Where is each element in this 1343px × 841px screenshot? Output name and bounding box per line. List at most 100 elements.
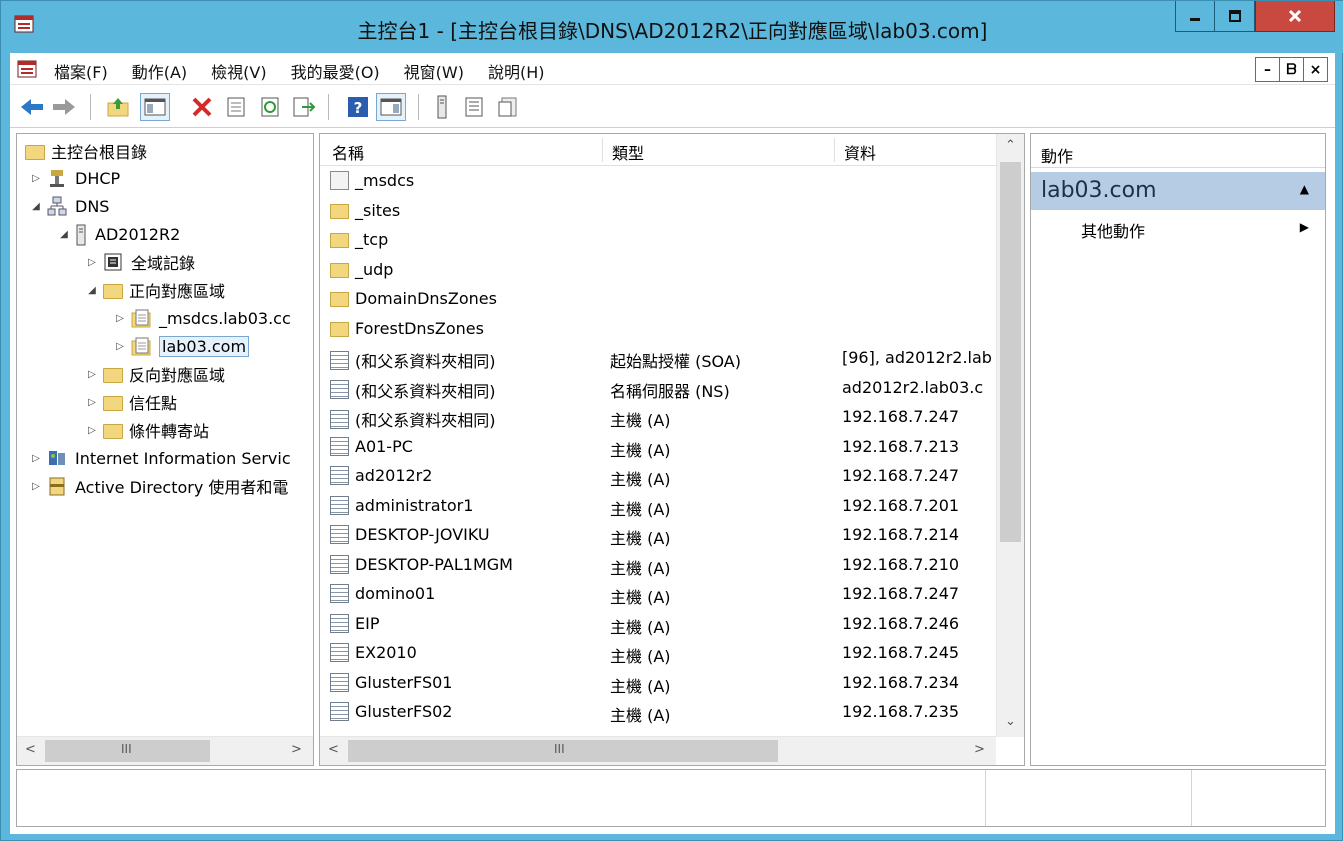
tree-item-trust-points[interactable]: ▷ 信任點: [85, 389, 177, 415]
tree-item-ad-users[interactable]: ▷ Active Directory 使用者和電: [29, 473, 288, 499]
expand-icon[interactable]: ▷: [113, 341, 127, 352]
tree-item-label: 主控台根目錄: [51, 143, 148, 162]
list-row[interactable]: _sites: [320, 197, 996, 226]
menu-action[interactable]: 動作(A): [132, 59, 201, 83]
collapse-up-icon[interactable]: ▲: [1300, 182, 1309, 196]
mdi-close-button[interactable]: ×: [1303, 57, 1328, 82]
show-hide-tree-button[interactable]: [140, 93, 170, 121]
record-name-cell: _msdcs: [330, 171, 414, 190]
list-row[interactable]: _udp: [320, 256, 996, 285]
list-row[interactable]: DomainDnsZones: [320, 285, 996, 314]
tree-item-conditional-forwarders[interactable]: ▷ 條件轉寄站: [85, 417, 209, 443]
collapse-icon[interactable]: ◢: [57, 229, 71, 240]
show-hide-action-pane-button[interactable]: [376, 93, 406, 121]
column-divider[interactable]: [834, 138, 835, 162]
back-button[interactable]: [20, 95, 44, 119]
menu-help[interactable]: 說明(H): [488, 59, 559, 83]
actions-group-label: lab03.com: [1041, 178, 1157, 203]
column-header-type[interactable]: 類型: [612, 140, 644, 164]
tree-item-global-logs[interactable]: ▷ 全域記錄: [85, 249, 195, 275]
scroll-down-icon[interactable]: ⌄: [1005, 714, 1016, 729]
mdi-minimize-button[interactable]: –: [1255, 57, 1280, 82]
list-row[interactable]: _tcp: [320, 226, 996, 255]
tree-item-dhcp[interactable]: ▷ DHCP: [29, 165, 120, 191]
record-data: 192.168.7.214: [842, 525, 960, 544]
forward-button[interactable]: [52, 95, 76, 119]
menu-file[interactable]: 檔案(F): [54, 59, 122, 83]
collapse-icon[interactable]: ◢: [29, 201, 43, 212]
collapse-icon[interactable]: ◢: [85, 285, 99, 296]
properties-button[interactable]: [224, 95, 248, 119]
list-row[interactable]: EX2010 主機 (A) 192.168.7.245: [320, 639, 996, 668]
menu-window[interactable]: 視窗(W): [404, 59, 478, 83]
expand-icon[interactable]: ▷: [113, 313, 127, 324]
tree-item-reverse-zones[interactable]: ▷ 反向對應區域: [85, 361, 225, 387]
scroll-left-icon[interactable]: <: [328, 742, 339, 757]
detail-view-button[interactable]: [496, 95, 520, 119]
minimize-button[interactable]: [1175, 1, 1215, 32]
list-row[interactable]: administrator1 主機 (A) 192.168.7.201: [320, 492, 996, 521]
list-horizontal-scrollbar[interactable]: < III >: [320, 736, 996, 765]
maximize-button[interactable]: [1215, 1, 1255, 32]
mmc-document-icon[interactable]: [16, 58, 38, 80]
list-row[interactable]: (和父系資料夾相同) 起始點授權 (SOA) [96], ad2012r2.lab: [320, 344, 996, 373]
tree-item-console-root[interactable]: 主控台根目錄: [23, 138, 147, 164]
list-row[interactable]: DESKTOP-JOVIKU 主機 (A) 192.168.7.214: [320, 521, 996, 550]
tree-item-msdcs-zone[interactable]: ▷ _msdcs.lab03.cc: [113, 305, 291, 331]
list-row[interactable]: DESKTOP-PAL1MGM 主機 (A) 192.168.7.210: [320, 551, 996, 580]
list-row[interactable]: (和父系資料夾相同) 名稱伺服器 (NS) ad2012r2.lab03.c: [320, 374, 996, 403]
list-row[interactable]: ad2012r2 主機 (A) 192.168.7.247: [320, 462, 996, 491]
list-row[interactable]: _msdcs: [320, 167, 996, 196]
up-level-button[interactable]: [106, 95, 130, 119]
record-type: 主機 (A): [610, 676, 671, 696]
tree-horizontal-scrollbar[interactable]: < III >: [17, 736, 313, 765]
actions-group-lab03[interactable]: lab03.com ▲: [1031, 172, 1325, 210]
list-row[interactable]: EIP 主機 (A) 192.168.7.246: [320, 610, 996, 639]
record-icon: [330, 672, 349, 692]
expand-icon[interactable]: ▷: [29, 481, 43, 492]
list-vscroll-thumb[interactable]: [1000, 162, 1021, 542]
tree-item-iis[interactable]: ▷ Internet Information Servic: [29, 445, 290, 471]
mdi-restore-button[interactable]: ᗷ: [1279, 57, 1304, 82]
help-button[interactable]: ?: [346, 95, 370, 119]
expand-icon[interactable]: ▷: [29, 173, 43, 184]
expand-icon[interactable]: ▷: [85, 425, 99, 436]
list-view-button[interactable]: [462, 95, 486, 119]
tree-item-dns[interactable]: ◢ DNS: [29, 193, 109, 219]
menu-favorites[interactable]: 我的最愛(O): [291, 59, 394, 83]
list-vertical-scrollbar[interactable]: ⌃ ≡ ⌄: [996, 134, 1024, 737]
list-row[interactable]: (和父系資料夾相同) 主機 (A) 192.168.7.247: [320, 403, 996, 432]
close-button[interactable]: [1255, 1, 1335, 32]
expand-icon[interactable]: ▷: [85, 257, 99, 268]
export-list-button[interactable]: [292, 95, 316, 119]
list-row[interactable]: domino01 主機 (A) 192.168.7.247: [320, 580, 996, 609]
list-row[interactable]: GlusterFS02 主機 (A) 192.168.7.235: [320, 698, 996, 727]
record-name: (和父系資料夾相同): [355, 411, 496, 430]
list-row[interactable]: ForestDnsZones: [320, 315, 996, 344]
list-row[interactable]: A01-PC 主機 (A) 192.168.7.213: [320, 433, 996, 462]
expand-icon[interactable]: ▷: [85, 369, 99, 380]
record-name-cell: (和父系資料夾相同): [330, 348, 496, 372]
action-more-actions[interactable]: 其他動作: [1081, 218, 1145, 242]
list-row[interactable]: GlusterFS01 主機 (A) 192.168.7.234: [320, 669, 996, 698]
column-header-data[interactable]: 資料: [844, 140, 876, 164]
delete-button[interactable]: [190, 95, 214, 119]
expand-icon[interactable]: ▷: [29, 453, 43, 464]
menu-view[interactable]: 檢視(V): [211, 59, 280, 83]
refresh-button[interactable]: [258, 95, 282, 119]
console-tree-pane[interactable]: 主控台根目錄 ▷ DHCP ◢ DNS ◢ AD2012R2 ▷ 全域記錄 ◢ …: [16, 133, 314, 766]
scroll-left-icon[interactable]: <: [25, 742, 36, 757]
scroll-right-icon[interactable]: >: [291, 742, 302, 757]
column-divider[interactable]: [602, 138, 603, 162]
tree-item-server[interactable]: ◢ AD2012R2: [57, 221, 180, 247]
server-button[interactable]: [430, 95, 454, 119]
expand-icon[interactable]: ▷: [85, 397, 99, 408]
title-bar[interactable]: 主控台1 - [主控台根目錄\DNS\AD2012R2\正向對應區域\lab03…: [1, 1, 1343, 53]
column-header-name[interactable]: 名稱: [332, 140, 364, 164]
scroll-right-icon[interactable]: >: [974, 742, 985, 757]
tree-item-lab03-zone[interactable]: ▷ lab03.com: [113, 333, 250, 359]
record-name: _udp: [355, 259, 394, 279]
scroll-up-icon[interactable]: ⌃: [1005, 138, 1016, 153]
tree-item-forward-zones[interactable]: ◢ 正向對應區域: [85, 277, 225, 303]
details-pane[interactable]: 名稱 類型 資料 _msdcs _sites _tcp _udp DomainDnsZo…: [319, 133, 1025, 766]
